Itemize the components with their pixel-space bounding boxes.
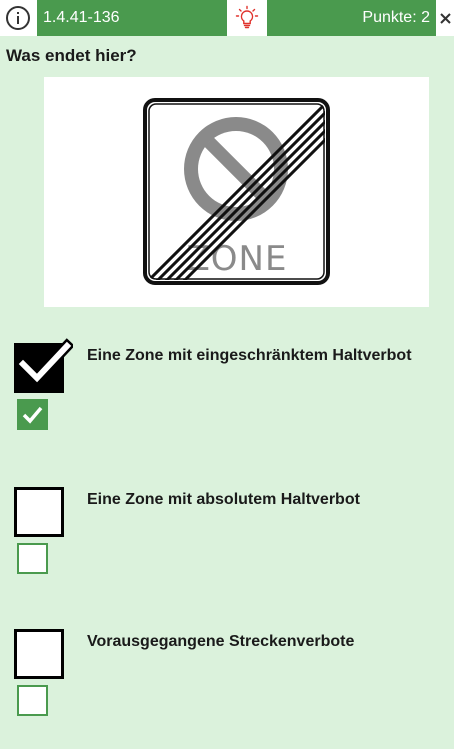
solution-checkbox-3 xyxy=(17,685,48,716)
lightbulb-icon xyxy=(235,5,259,29)
answer-option-2: Eine Zone mit absolutem Haltverbot xyxy=(0,487,454,607)
question-id-label: 1.4.41-136 xyxy=(43,9,120,26)
points-label: Punkte: 2 xyxy=(362,9,430,26)
end-of-no-parking-zone-sign: ZONE xyxy=(143,98,330,285)
points-display: Punkte: 2 xyxy=(267,0,436,36)
answer-text-2: Eine Zone mit absolutem Haltverbot xyxy=(87,491,360,508)
answer-checkbox-3[interactable] xyxy=(14,629,64,679)
answer-text-3: Vorausgegangene Streckenverbote xyxy=(87,633,355,650)
question-id: 1.4.41-136 xyxy=(37,0,227,36)
checkmark-icon xyxy=(15,338,73,386)
info-icon xyxy=(6,6,30,30)
hint-button[interactable] xyxy=(227,0,267,36)
close-icon xyxy=(440,13,451,24)
answer-text-1: Eine Zone mit eingeschränktem Haltverbot xyxy=(87,347,412,364)
close-button[interactable] xyxy=(436,0,454,36)
answer-option-3: Vorausgegangene Streckenverbote xyxy=(0,629,454,749)
answer-checkbox-1[interactable] xyxy=(14,338,73,393)
answer-checkbox-2[interactable] xyxy=(14,487,64,537)
question-text: Was endet hier? xyxy=(6,46,137,65)
sign-image: ZONE xyxy=(44,77,429,307)
answer-option-1: Eine Zone mit eingeschränktem Haltverbot xyxy=(0,338,454,463)
checkmark-icon xyxy=(22,406,43,424)
top-bar: 1.4.41-136 Punkte: 2 xyxy=(0,0,454,36)
info-button[interactable] xyxy=(0,0,36,36)
solution-checkbox-1 xyxy=(17,399,48,430)
solution-checkbox-2 xyxy=(17,543,48,574)
